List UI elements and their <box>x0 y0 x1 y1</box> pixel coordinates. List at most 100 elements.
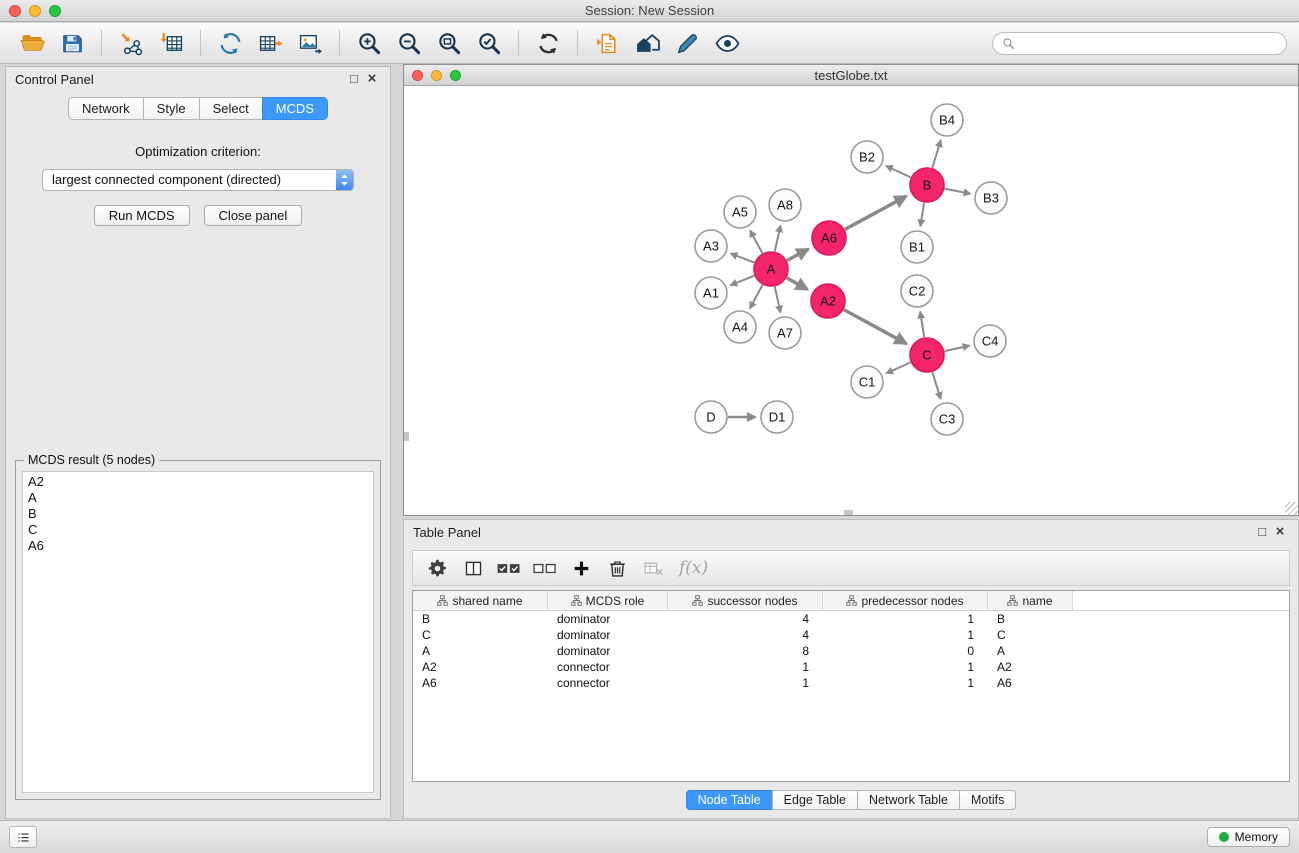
mcds-result-item[interactable]: A6 <box>28 538 368 554</box>
zoom-fit-button[interactable] <box>429 26 469 60</box>
search-field[interactable] <box>992 32 1287 55</box>
zoom-out-button[interactable] <box>389 26 429 60</box>
deselect-all-button[interactable] <box>529 554 561 582</box>
tab-edge-table[interactable]: Edge Table <box>772 790 858 810</box>
refresh-button[interactable] <box>528 26 568 60</box>
node-A8[interactable]: A8 <box>769 189 801 221</box>
mcds-result-list[interactable]: A2ABCA6 <box>22 471 374 793</box>
column-header-shared-name[interactable]: shared name <box>413 591 548 610</box>
column-header-successor-nodes[interactable]: successor nodes <box>668 591 823 610</box>
edge-A-A8[interactable] <box>775 226 781 252</box>
zoom-in-button[interactable] <box>349 26 389 60</box>
open-folder-button[interactable] <box>12 26 52 60</box>
node-A4[interactable]: A4 <box>724 311 756 343</box>
node-C2[interactable]: C2 <box>901 275 933 307</box>
network-zoom-button[interactable] <box>450 70 461 81</box>
edge-A6-B[interactable] <box>845 196 907 229</box>
edge-A-A3[interactable] <box>731 254 755 263</box>
node-A2[interactable]: A2 <box>811 284 845 318</box>
float-table-panel-icon[interactable]: □ <box>1253 525 1271 539</box>
edge-A2-C[interactable] <box>844 310 907 344</box>
edge-C-C4[interactable] <box>945 346 970 352</box>
run-mcds-button[interactable]: Run MCDS <box>94 205 190 226</box>
table-row[interactable]: A2connector11A2 <box>413 659 1289 675</box>
network-close-button[interactable] <box>412 70 423 81</box>
vertical-scrollbar-stub[interactable] <box>404 432 409 441</box>
node-C[interactable]: C <box>910 338 944 372</box>
node-D1[interactable]: D1 <box>761 401 793 433</box>
settings-gear-button[interactable] <box>421 554 453 582</box>
import-network-button[interactable] <box>111 26 151 60</box>
node-C4[interactable]: C4 <box>974 325 1006 357</box>
column-header-mcds-role[interactable]: MCDS role <box>548 591 668 610</box>
node-C1[interactable]: C1 <box>851 366 883 398</box>
node-A5[interactable]: A5 <box>724 196 756 228</box>
column-header-name[interactable]: name <box>988 591 1073 610</box>
search-input[interactable] <box>1020 36 1277 50</box>
export-table-button[interactable] <box>250 26 290 60</box>
tab-mcds[interactable]: MCDS <box>262 97 328 120</box>
node-B[interactable]: B <box>910 168 944 202</box>
edge-A-A7[interactable] <box>775 287 781 313</box>
node-B1[interactable]: B1 <box>901 231 933 263</box>
horizontal-scrollbar-stub[interactable] <box>844 510 853 515</box>
delete-row-button[interactable] <box>601 554 633 582</box>
edge-C-C2[interactable] <box>920 312 924 338</box>
resize-handle[interactable] <box>1285 502 1298 515</box>
edge-C-C3[interactable] <box>932 372 940 399</box>
edge-A-A1[interactable] <box>731 276 755 286</box>
network-canvas-svg[interactable]: B4 B2 B B3 A5 A8 A6 B1 A3 A C2 A1 A2 A4 A7 C4 C C1 C3 D D1 <box>404 86 1298 515</box>
tab-network-table[interactable]: Network Table <box>857 790 960 810</box>
close-panel-button[interactable]: Close panel <box>204 205 303 226</box>
edge-A-A4[interactable] <box>750 285 763 309</box>
table-row[interactable]: Bdominator41B <box>413 611 1289 627</box>
column-header-predecessor-nodes[interactable]: predecessor nodes <box>823 591 988 610</box>
table-row[interactable]: Cdominator41C <box>413 627 1289 643</box>
table-row[interactable]: A6connector11A6 <box>413 675 1289 691</box>
export-image-button[interactable] <box>290 26 330 60</box>
import-table-button[interactable] <box>151 26 191 60</box>
edge-B-B2[interactable] <box>886 166 911 178</box>
table-row[interactable]: Adominator80A <box>413 643 1289 659</box>
close-table-panel-icon[interactable]: × <box>1271 525 1289 539</box>
node-A6[interactable]: A6 <box>812 221 846 255</box>
node-A3[interactable]: A3 <box>695 230 727 262</box>
node-D[interactable]: D <box>695 401 727 433</box>
memory-button[interactable]: Memory <box>1207 827 1290 847</box>
mcds-result-item[interactable]: C <box>28 522 368 538</box>
eye-button[interactable] <box>707 26 747 60</box>
mcds-result-item[interactable]: A <box>28 490 368 506</box>
close-panel-icon[interactable]: × <box>363 72 381 86</box>
home-button[interactable] <box>627 26 667 60</box>
edge-B-B4[interactable] <box>932 140 941 168</box>
edge-B-B3[interactable] <box>945 189 971 194</box>
task-history-button[interactable] <box>9 826 37 848</box>
edge-A-A6[interactable] <box>787 249 808 260</box>
float-panel-icon[interactable]: □ <box>345 72 363 86</box>
node-A7[interactable]: A7 <box>769 317 801 349</box>
node-C3[interactable]: C3 <box>931 403 963 435</box>
style-apply-button[interactable] <box>667 26 707 60</box>
tab-style[interactable]: Style <box>143 97 200 120</box>
tab-node-table[interactable]: Node Table <box>686 790 773 810</box>
optimization-criterion-select[interactable]: largest connected component (directed) <box>42 169 354 191</box>
node-A1[interactable]: A1 <box>695 277 727 309</box>
export-network-button[interactable] <box>210 26 250 60</box>
network-minimize-button[interactable] <box>431 70 442 81</box>
node-B3[interactable]: B3 <box>975 182 1007 214</box>
tab-select[interactable]: Select <box>199 97 263 120</box>
minimize-window-button[interactable] <box>29 5 41 17</box>
edge-B-B1[interactable] <box>920 203 924 227</box>
node-A[interactable]: A <box>754 252 788 286</box>
zoom-selected-button[interactable] <box>469 26 509 60</box>
save-button[interactable] <box>52 26 92 60</box>
edge-A-A5[interactable] <box>750 230 762 253</box>
zoom-window-button[interactable] <box>49 5 61 17</box>
edge-C-C1[interactable] <box>886 362 910 373</box>
edge-A-A2[interactable] <box>787 278 808 290</box>
mcds-result-item[interactable]: A2 <box>28 474 368 490</box>
node-B2[interactable]: B2 <box>851 141 883 173</box>
close-window-button[interactable] <box>9 5 21 17</box>
tab-motifs[interactable]: Motifs <box>959 790 1016 810</box>
node-B4[interactable]: B4 <box>931 104 963 136</box>
